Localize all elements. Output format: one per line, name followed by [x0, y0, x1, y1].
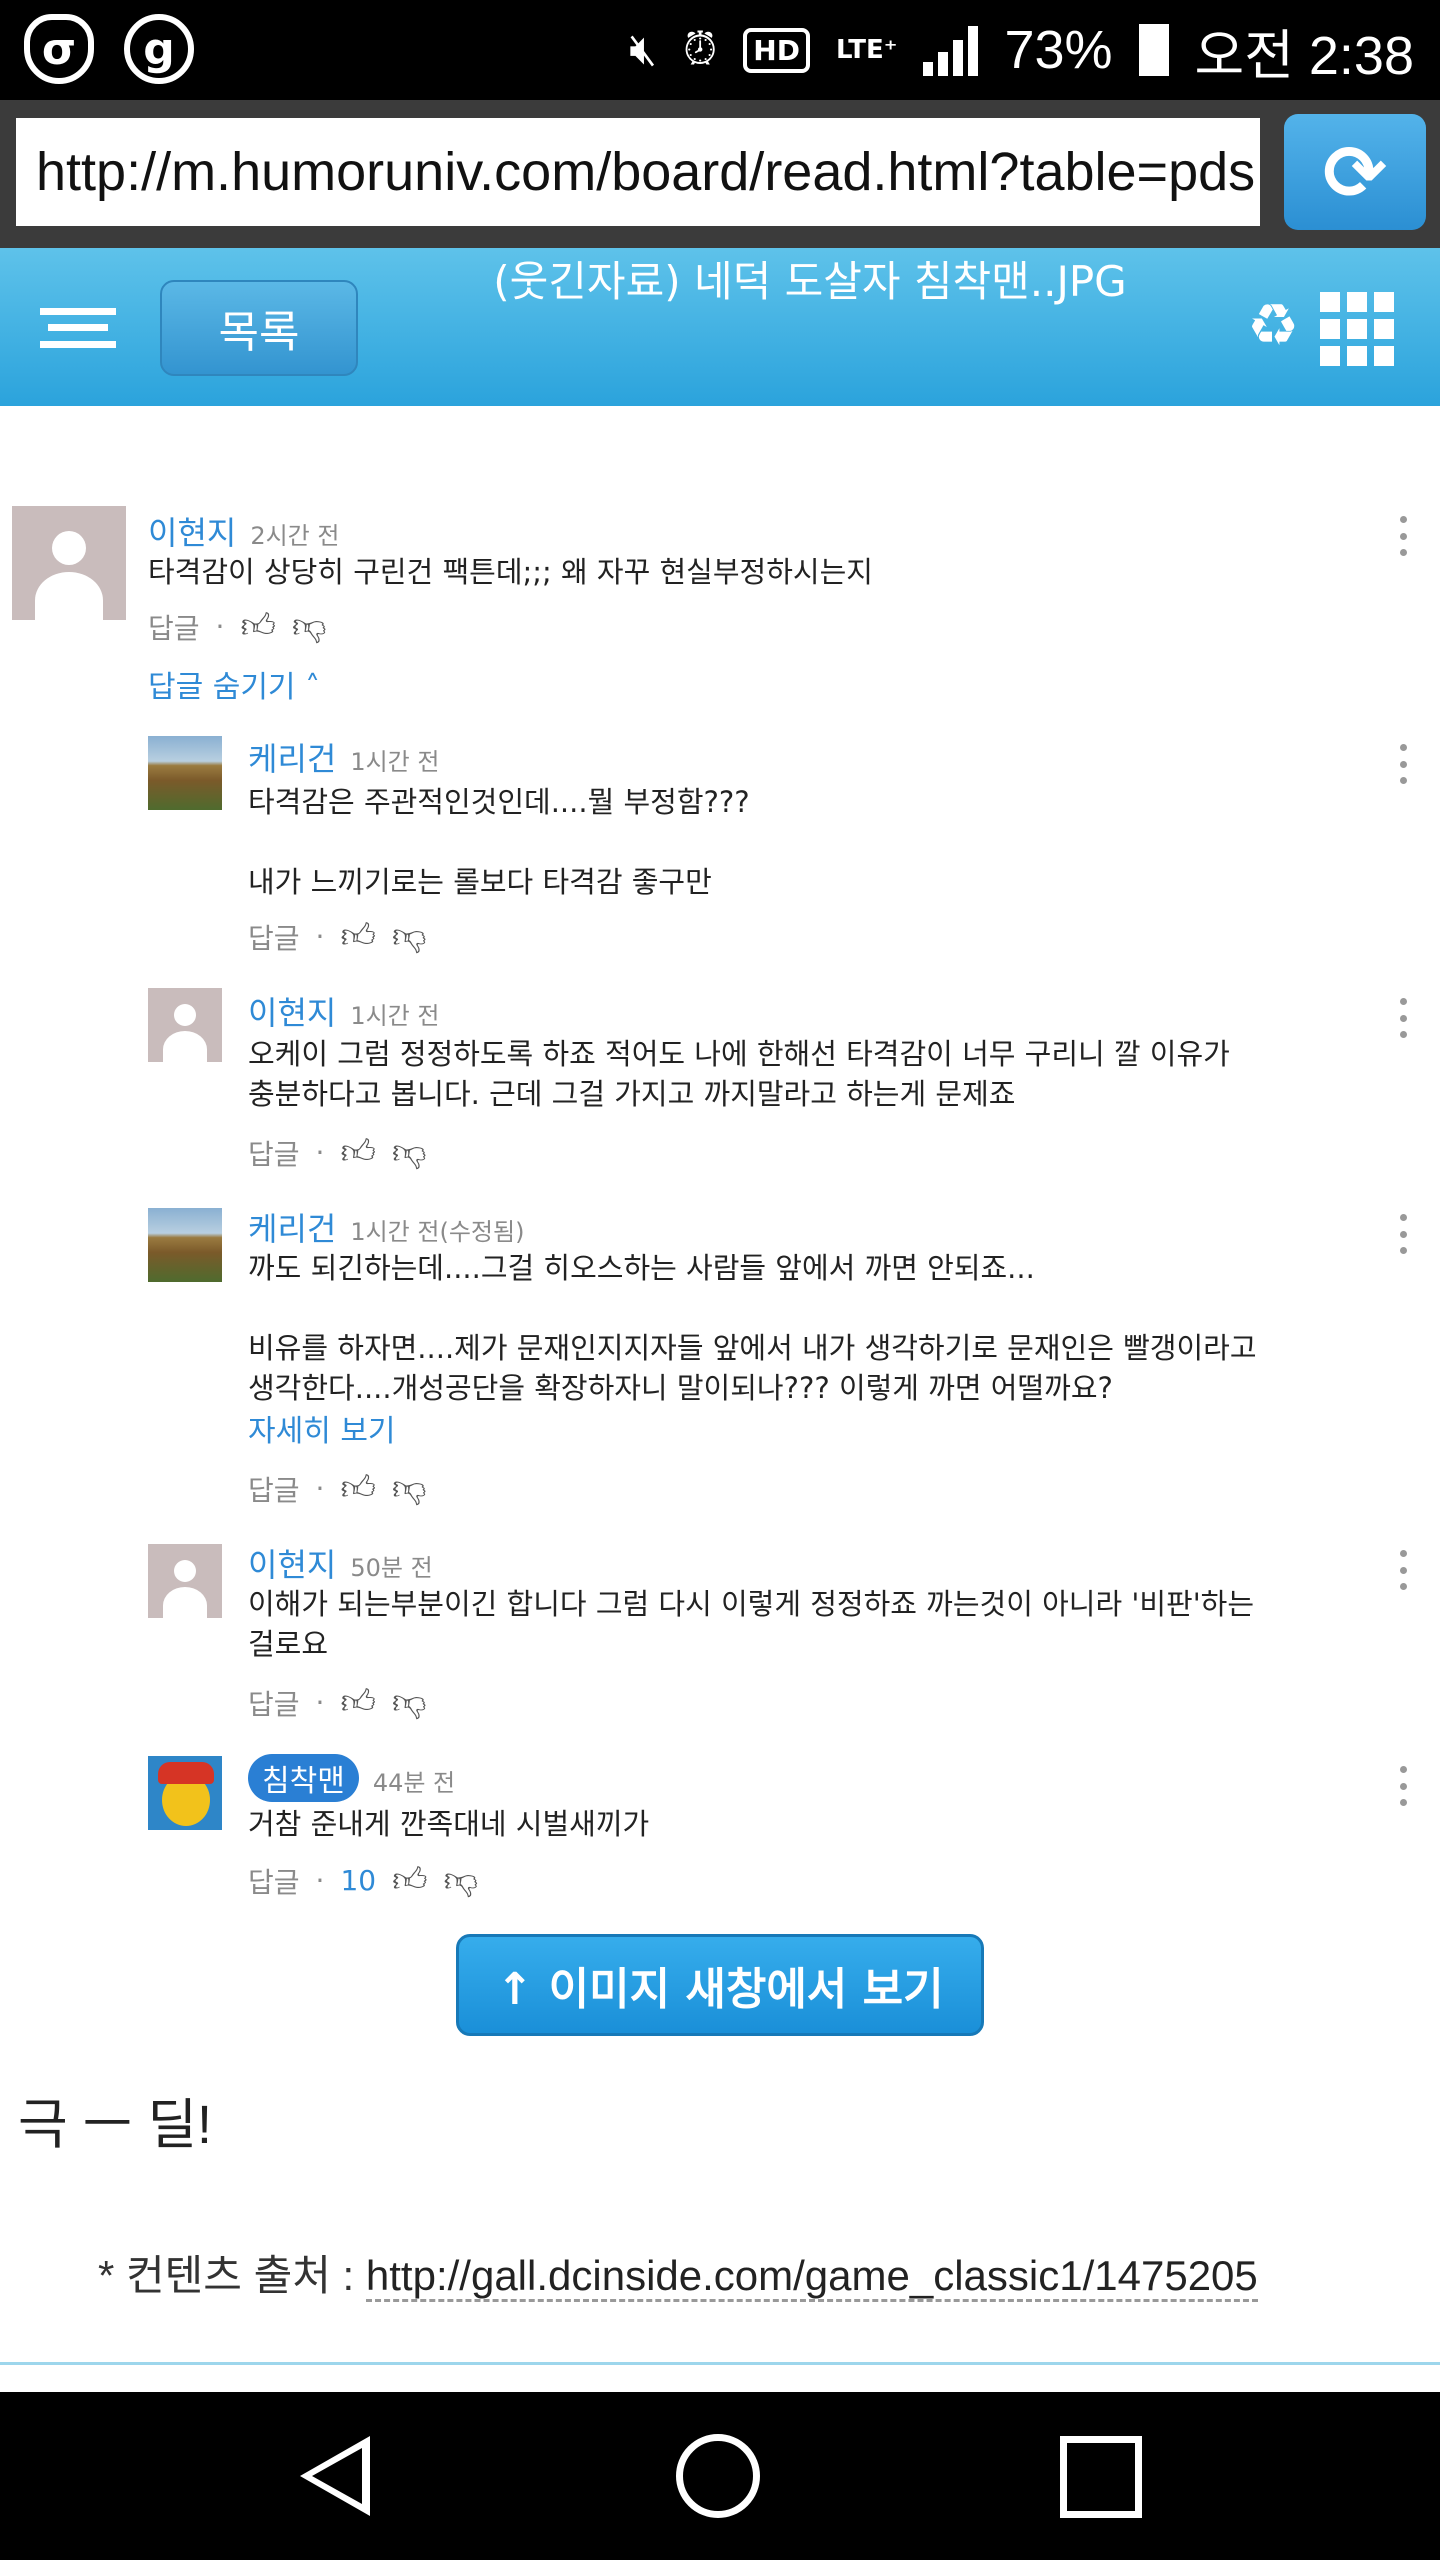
- author-badge: 침착맨: [248, 1754, 359, 1802]
- chevron-up-icon: ˄: [305, 670, 321, 705]
- battery-icon: [1138, 24, 1169, 76]
- avatar: [148, 1544, 222, 1618]
- comment-time: 1시간 전: [350, 1002, 440, 1030]
- comment-text: 거참 준내게 깐족대네 시벌새끼가: [248, 1807, 650, 1841]
- comment-time: 1시간 전(수정됨): [350, 1218, 525, 1246]
- thumbs-down-icon[interactable]: 👎︎: [392, 1132, 427, 1173]
- mute-icon: 🔇︎: [629, 25, 657, 74]
- thumbs-up-icon[interactable]: 👍︎: [240, 606, 276, 647]
- thumbs-up-icon[interactable]: 👍︎: [340, 1468, 376, 1509]
- alarm-icon: ⏰︎: [682, 25, 718, 74]
- thumbs-up-icon[interactable]: 👍︎: [340, 916, 376, 957]
- clock: 오전 2:38: [1194, 25, 1414, 86]
- comment-author: 이현지 2시간 전: [148, 508, 339, 554]
- read-more-link[interactable]: 자세히 보기: [248, 1406, 396, 1450]
- open-image-new-window-button[interactable]: ↑ 이미지 새창에서 보기: [456, 1934, 984, 2036]
- more-options-icon[interactable]: [1400, 998, 1410, 1038]
- comment-author: 이현지 50분 전: [248, 1546, 433, 1584]
- thumbs-down-icon[interactable]: 👎︎: [444, 1860, 479, 1901]
- comment-text: 타격감은 주관적인것인데....뭘 부정함??? 내가 느끼기로는 롤보다 타격…: [248, 785, 750, 899]
- comment-text: 이해가 되는부분이긴 합니다 그럼 다시 이렇게 정정하죠 까는것이 아니라 '…: [248, 1587, 1255, 1661]
- comment-time: 1시간 전: [350, 748, 440, 776]
- comment-time: 50분 전: [350, 1554, 433, 1582]
- thumbs-down-icon[interactable]: 👎︎: [392, 1468, 427, 1509]
- more-options-icon[interactable]: [1400, 1214, 1410, 1254]
- comment-actions: 답글 · 👍︎ 👎︎: [248, 1682, 427, 1723]
- menu-icon[interactable]: [40, 308, 116, 348]
- comment-actions: 답글 · 👍︎ 👎︎: [248, 1468, 427, 1509]
- thumbs-down-icon[interactable]: 👎︎: [392, 1682, 427, 1723]
- reply-button[interactable]: 답글: [248, 1469, 300, 1509]
- reply-button[interactable]: 답글: [248, 917, 300, 957]
- more-options-icon[interactable]: [1400, 744, 1410, 784]
- source-link[interactable]: http://gall.dcinside.com/game_classic1/1…: [365, 2252, 1258, 2302]
- comment-actions: 답글 · 👍︎ 👎︎: [248, 916, 427, 957]
- app-notification-icon-g: g: [124, 14, 194, 84]
- avatar: [148, 1208, 222, 1282]
- comment-time: 2시간 전: [250, 522, 340, 550]
- comment-time: 44분 전: [372, 1769, 456, 1797]
- content-source: * 컨텐츠 출처 : http://gall.dcinside.com/game…: [98, 2242, 1258, 2303]
- thumbs-up-icon[interactable]: 👍︎: [392, 1860, 428, 1901]
- navigation-bar: [0, 2392, 1440, 2560]
- comment-actions: 답글 · 👍︎ 👎︎: [148, 606, 327, 647]
- more-options-icon[interactable]: [1400, 516, 1410, 556]
- home-icon[interactable]: [676, 2434, 760, 2518]
- page-title: (웃긴자료) 네덕 도살자 침착맨..JPG: [493, 257, 1127, 306]
- reply-button[interactable]: 답글: [248, 1683, 300, 1723]
- reply-button[interactable]: 답글: [248, 1861, 300, 1901]
- comment-author: 케리건 1시간 전(수정됨): [248, 1210, 525, 1248]
- battery-percent: 73%: [1004, 20, 1113, 80]
- post-text: 극 ㅡ 딜!: [18, 2095, 213, 2155]
- avatar: [148, 736, 222, 810]
- like-count: 10: [340, 1864, 377, 1897]
- reply-button[interactable]: 답글: [148, 607, 200, 647]
- signal-icon: [923, 24, 979, 76]
- avatar: [148, 1756, 222, 1830]
- thumbs-down-icon[interactable]: 👎︎: [292, 606, 327, 647]
- comment-actions: 답글 · 10 👍︎ 👎︎: [248, 1860, 479, 1901]
- reply-button[interactable]: 답글: [248, 1133, 300, 1173]
- reload-button[interactable]: ⟳: [1284, 114, 1426, 230]
- thumbs-down-icon[interactable]: 👎︎: [392, 916, 427, 957]
- grid-menu-icon[interactable]: [1320, 292, 1394, 366]
- source-label: * 컨텐츠 출처 :: [98, 2252, 355, 2299]
- comment-text: 오케이 그럼 정정하도록 하죠 적어도 나에 한해선 타격감이 너무 구리니 깔…: [248, 1037, 1230, 1111]
- browser-url-bar: http://m.humoruniv.com/board/read.html?t…: [0, 100, 1440, 248]
- divider: [0, 2362, 1440, 2365]
- comment-text: 타격감이 상당히 구린건 팩튼데;;; 왜 자꾸 현실부정하시는지: [148, 555, 873, 589]
- comment-actions: 답글 · 👍︎ 👎︎: [248, 1132, 427, 1173]
- refresh-icon: ⟳: [1323, 127, 1387, 217]
- recycle-icon[interactable]: ♻: [1240, 291, 1306, 359]
- list-button[interactable]: 목록: [160, 280, 358, 376]
- status-bar: σ g 🔇︎ ⏰︎ HD LTE⁺ 73% 오전 2:38: [0, 0, 1440, 100]
- comment-author: 이현지 1시간 전: [248, 994, 440, 1032]
- app-notification-icon: σ: [24, 14, 94, 84]
- hd-voice-icon: HD: [743, 27, 810, 73]
- comment-author: 케리건 1시간 전: [248, 740, 440, 778]
- author-name: 이현지: [148, 514, 237, 552]
- hide-replies-link[interactable]: 답글 숨기기 ˄: [148, 662, 320, 706]
- more-options-icon[interactable]: [1400, 1766, 1410, 1806]
- back-icon[interactable]: [300, 2436, 370, 2516]
- thumbs-up-icon[interactable]: 👍︎: [340, 1132, 376, 1173]
- comment-author: 침착맨 44분 전: [248, 1754, 455, 1802]
- comment-text: 까도 되긴하는데....그걸 히오스하는 사람들 앞에서 까면 안되죠... 비…: [248, 1251, 1257, 1405]
- more-options-icon[interactable]: [1400, 1550, 1410, 1590]
- recent-apps-icon[interactable]: [1060, 2436, 1142, 2518]
- lte-icon: LTE⁺: [835, 35, 898, 65]
- avatar: [148, 988, 222, 1062]
- avatar: [12, 506, 126, 620]
- url-input[interactable]: http://m.humoruniv.com/board/read.html?t…: [16, 118, 1260, 226]
- site-header: 목록 (웃긴자료) 네덕 도살자 침착맨..JPG ♻: [0, 248, 1440, 406]
- thumbs-up-icon[interactable]: 👍︎: [340, 1682, 376, 1723]
